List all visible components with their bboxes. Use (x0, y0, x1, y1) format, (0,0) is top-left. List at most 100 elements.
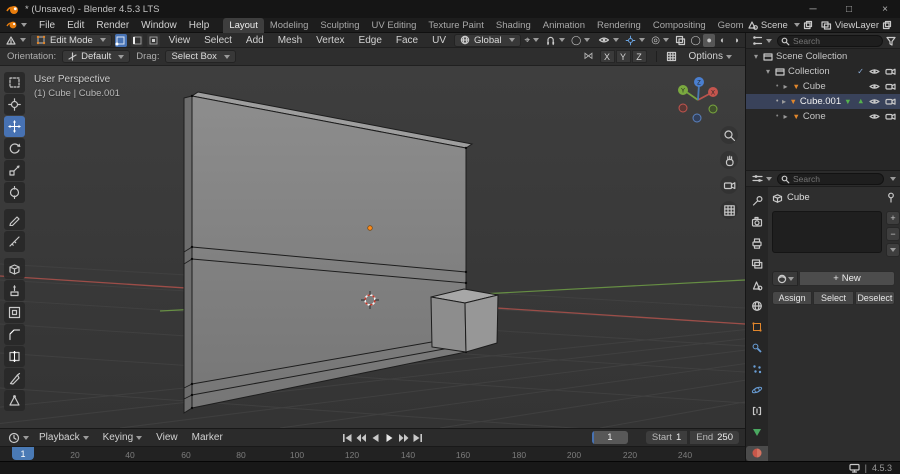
deselect-button[interactable]: Deselect (854, 291, 895, 305)
shading-solid-button[interactable]: ● (703, 33, 715, 47)
tab-world[interactable] (746, 298, 768, 313)
view-layer-selector[interactable]: ViewLayer (817, 18, 900, 33)
menu-face[interactable]: Face (390, 33, 424, 48)
shading-rendered-button[interactable]: ◑ (731, 34, 743, 47)
hide-eye-icon[interactable] (869, 97, 880, 106)
inset-tool[interactable] (4, 302, 25, 323)
expand-icon[interactable]: ▸ (781, 97, 786, 106)
tab-object-data[interactable] (746, 425, 768, 440)
editor-type-button[interactable] (3, 34, 28, 47)
show-overlays-button[interactable]: ◎ (649, 34, 671, 47)
tab-object[interactable] (746, 319, 768, 334)
app-menu-button[interactable] (0, 18, 33, 33)
menu-file[interactable]: File (33, 18, 61, 33)
outliner-row-collection[interactable]: ▾ Collection ✓ (746, 64, 900, 79)
material-specials-button[interactable] (886, 243, 900, 257)
transform-orientation-selector[interactable]: Global (454, 33, 521, 47)
frame-start-field[interactable]: Start 1 (645, 431, 688, 444)
tab-physics[interactable] (746, 383, 768, 398)
edge-select-button[interactable] (131, 33, 144, 47)
tab-constraints[interactable] (746, 404, 768, 419)
orientation-dropdown[interactable]: Default (62, 50, 131, 63)
workspace-tab-sculpting[interactable]: Sculpting (314, 18, 365, 33)
frame-end-field[interactable]: End 250 (690, 431, 739, 444)
tab-output[interactable] (746, 235, 768, 250)
scene-selector[interactable]: Scene (743, 18, 817, 33)
select-box-tool[interactable] (4, 72, 25, 93)
mode-selector[interactable]: Edit Mode (30, 33, 112, 47)
drag-dropdown[interactable]: Select Box (165, 50, 236, 63)
new-view-layer-icon[interactable] (882, 20, 892, 30)
workspace-tab-uv-editing[interactable]: UV Editing (366, 18, 423, 33)
face-select-button[interactable] (147, 33, 160, 47)
snap-grid-icon[interactable] (666, 51, 677, 62)
tab-scene[interactable] (746, 277, 768, 292)
outliner-editor-type-button[interactable] (750, 34, 774, 47)
rotate-tool[interactable] (4, 138, 25, 159)
mirror-z-button[interactable]: Z (631, 50, 647, 63)
cube-mesh[interactable] (430, 288, 499, 353)
add-cube-tool[interactable] (4, 258, 25, 279)
menu-help[interactable]: Help (183, 18, 216, 33)
gizmo-x-neg[interactable] (678, 103, 688, 113)
workspace-tab-rendering[interactable]: Rendering (591, 18, 647, 33)
workspace-tab-compositing[interactable]: Compositing (647, 18, 712, 33)
menu-mesh[interactable]: Mesh (272, 33, 308, 48)
previous-keyframe-button[interactable] (355, 431, 367, 444)
menu-select[interactable]: Select (198, 33, 238, 48)
menu-edge[interactable]: Edge (353, 33, 388, 48)
disable-render-camera-icon[interactable] (885, 67, 896, 76)
show-gizmo-button[interactable] (623, 34, 647, 47)
filter-icon[interactable] (886, 36, 896, 46)
scale-tool[interactable] (4, 160, 25, 181)
browse-material-button[interactable] (772, 271, 798, 286)
tab-render[interactable] (746, 214, 768, 229)
poly-build-tool[interactable] (4, 390, 25, 411)
new-scene-icon[interactable] (803, 20, 813, 30)
play-reverse-button[interactable] (369, 431, 381, 444)
gizmo-z-neg[interactable] (692, 113, 702, 123)
shading-material-button[interactable]: ◐ (717, 34, 729, 47)
play-button[interactable] (383, 431, 395, 444)
proportional-editing-button[interactable]: ◯ (569, 34, 592, 47)
expand-icon[interactable]: ▸ (781, 82, 789, 91)
workspace-tab-animation[interactable]: Animation (537, 18, 591, 33)
tab-tool[interactable] (746, 193, 768, 208)
toggle-xray-button[interactable] (673, 34, 688, 47)
close-button[interactable]: × (870, 0, 900, 18)
new-material-button[interactable]: + New (799, 271, 895, 286)
playback-menu[interactable]: Playback (33, 430, 95, 445)
workspace-tab-layout[interactable]: Layout (223, 17, 264, 33)
select-button[interactable]: Select (813, 291, 854, 305)
annotate-tool[interactable] (4, 209, 25, 230)
options-menu[interactable]: Options (683, 49, 738, 64)
disable-render-camera-icon[interactable] (885, 97, 896, 106)
mirror-y-button[interactable]: Y (615, 50, 631, 63)
toggle-perspective-button[interactable] (720, 201, 738, 219)
menu-edit[interactable]: Edit (61, 18, 90, 33)
outliner-search[interactable] (777, 34, 883, 47)
outliner-row-scene-collection[interactable]: ▾ Scene Collection (746, 49, 900, 64)
properties-search[interactable] (777, 172, 884, 185)
next-keyframe-button[interactable] (397, 431, 409, 444)
measure-tool[interactable] (4, 231, 25, 252)
pan-hand-button[interactable] (720, 151, 738, 169)
move-tool[interactable] (4, 116, 25, 137)
outliner-search-input[interactable] (777, 34, 883, 47)
menu-add[interactable]: Add (240, 33, 270, 48)
bevel-tool[interactable] (4, 324, 25, 345)
add-material-slot-button[interactable]: + (886, 211, 900, 225)
jump-to-start-button[interactable] (341, 431, 353, 444)
keying-menu[interactable]: Keying (97, 430, 149, 445)
transform-tool[interactable] (4, 182, 25, 203)
menu-render[interactable]: Render (90, 18, 135, 33)
outliner-row-cone[interactable]: • ▸ ▼ Cone (746, 109, 900, 124)
assign-button[interactable]: Assign (772, 291, 813, 305)
tab-material[interactable] (746, 445, 768, 462)
workspace-tab-shading[interactable]: Shading (490, 18, 537, 33)
loop-cut-tool[interactable] (4, 346, 25, 367)
knife-tool[interactable] (4, 368, 25, 389)
remove-material-slot-button[interactable]: − (886, 227, 900, 241)
menu-uv[interactable]: UV (426, 33, 452, 48)
marker-menu[interactable]: Marker (186, 430, 229, 445)
